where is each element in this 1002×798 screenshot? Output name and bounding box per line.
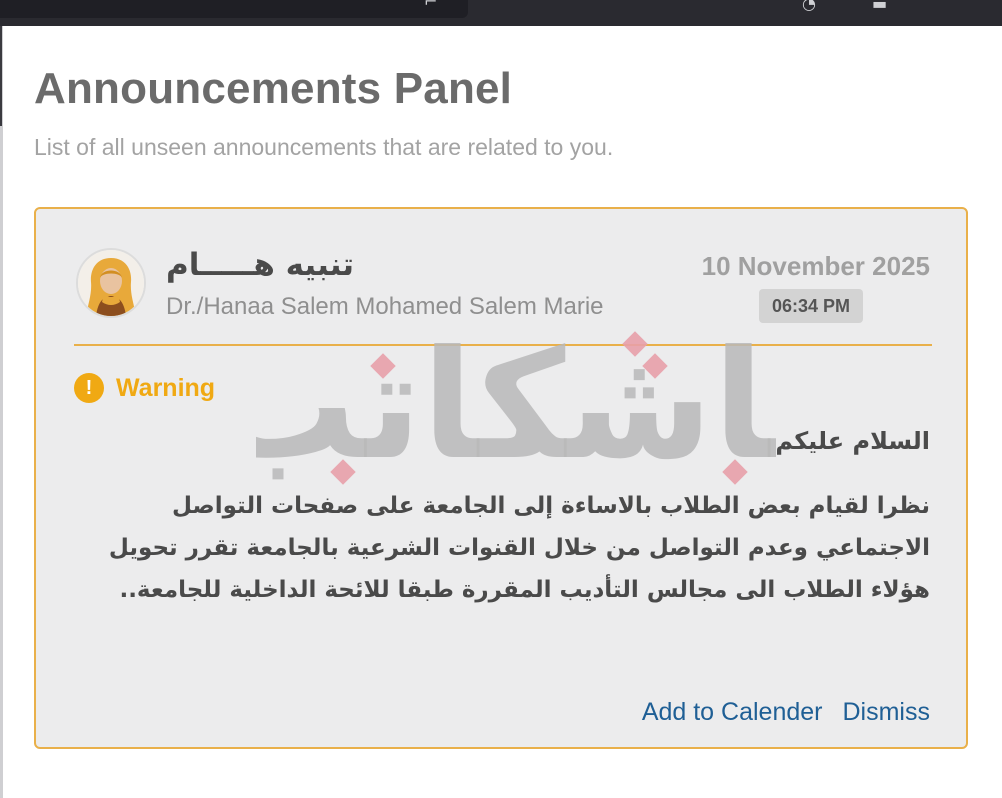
watermark-dot (722, 459, 748, 485)
announcement-title: تنبيه هـــــام (166, 247, 355, 283)
page-title: Announcements Panel (34, 64, 513, 113)
browser-top-bar: ⌐ ◔ ▬ (0, 0, 1002, 26)
extension-icon[interactable]: ⌐ (424, 0, 437, 10)
category-row: ! Warning (74, 371, 215, 405)
address-bar[interactable]: ⌐ (0, 0, 468, 18)
announcement-time-badge: 06:34 PM (758, 289, 863, 323)
avatar (76, 248, 146, 318)
announcement-date: 10 November 2025 (701, 251, 930, 281)
dismiss-link[interactable]: Dismiss (843, 698, 931, 727)
left-edge-divider (0, 26, 3, 798)
announcement-greeting: السلام عليكم (775, 427, 930, 455)
page-subtitle: List of all unseen announcements that ar… (34, 134, 614, 160)
category-label: Warning (116, 373, 216, 402)
watermark-dot (330, 459, 356, 485)
announcement-card: تنبيه هـــــام Dr./Hanaa Salem Mohamed S… (34, 207, 968, 749)
author-photo (78, 250, 144, 316)
announcement-author: Dr./Hanaa Salem Mohamed Salem Marie (166, 293, 604, 320)
announcement-body: نظرا لقيام بعض الطلاب بالاساءة إلى الجام… (108, 493, 930, 603)
left-edge-shadow (0, 26, 2, 126)
add-to-calendar-link[interactable]: Add to Calender (642, 698, 823, 727)
warning-icon: ! (74, 373, 104, 403)
card-divider (74, 344, 932, 346)
account-icon[interactable]: ◔ (802, 0, 816, 12)
watermark-dot (370, 353, 396, 379)
watermark-dot (642, 353, 668, 379)
announcement-actions: Add to Calender Dismiss (642, 698, 930, 727)
window-icon[interactable]: ▬ (872, 0, 887, 12)
